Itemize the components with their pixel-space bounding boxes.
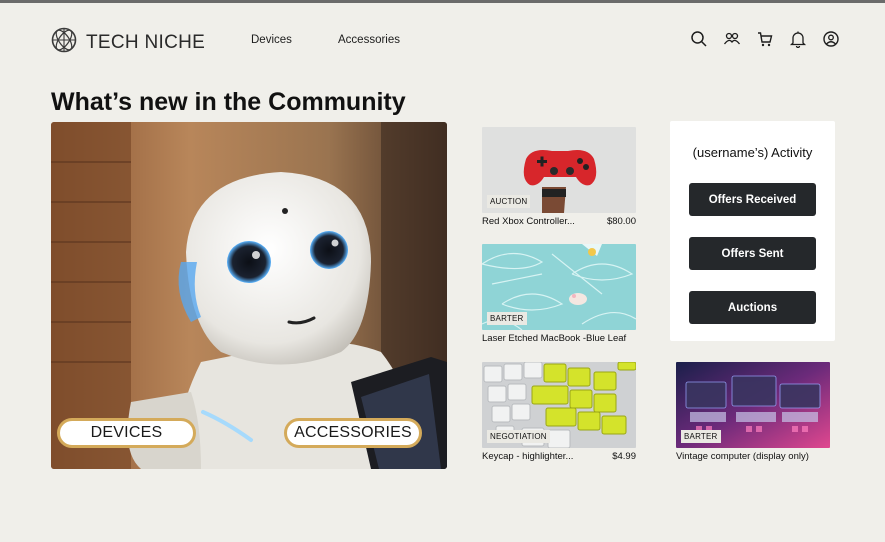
listing-tag: BARTER <box>681 430 721 443</box>
offers-sent-button[interactable]: Offers Sent <box>689 237 816 270</box>
community-icon[interactable] <box>723 30 741 48</box>
listing-title: Red Xbox Controller... <box>482 216 575 227</box>
hero-robot-image <box>51 122 447 469</box>
listing-image-keycaps: NEGOTIATION <box>482 362 636 448</box>
page-title: What’s new in the Community <box>51 88 406 116</box>
accessories-pill-button[interactable]: ACCESSORIES <box>284 418 422 448</box>
account-icon[interactable] <box>822 30 840 48</box>
listing-image-vintage-computer: BARTER <box>676 362 830 448</box>
window-top-bar <box>0 0 885 3</box>
listing-tag: NEGOTIATION <box>487 430 550 443</box>
listing-card[interactable]: NEGOTIATION Keycap - highlighter... $4.9… <box>482 362 636 462</box>
search-icon[interactable] <box>690 30 708 48</box>
listing-title: Laser Etched MacBook -Blue Leaf <box>482 333 627 344</box>
brand-name: TECH NICHE <box>86 31 206 53</box>
listing-image-controller: AUCTION <box>482 127 636 213</box>
bell-icon[interactable] <box>789 30 807 49</box>
listing-price: $80.00 <box>606 216 636 227</box>
globe-icon <box>51 27 77 58</box>
listing-image-macbook: BARTER <box>482 244 636 330</box>
nav-accessories[interactable]: Accessories <box>338 34 400 46</box>
auctions-button[interactable]: Auctions <box>689 291 816 324</box>
listing-title: Vintage computer (display only) <box>676 451 809 462</box>
listing-price: $4.99 <box>612 451 636 462</box>
nav-devices[interactable]: Devices <box>251 34 292 46</box>
listing-tag: AUCTION <box>487 195 531 208</box>
listing-card[interactable]: BARTER Vintage computer (display only) <box>676 362 830 462</box>
offers-received-button[interactable]: Offers Received <box>689 183 816 216</box>
devices-pill-button[interactable]: DEVICES <box>57 418 196 448</box>
listing-title: Keycap - highlighter... <box>482 451 574 462</box>
brand-logo[interactable]: TECH NICHE <box>51 27 205 58</box>
listing-tag: BARTER <box>487 312 527 325</box>
listing-card[interactable]: BARTER Laser Etched MacBook -Blue Leaf <box>482 244 636 344</box>
activity-panel: (username’s) Activity Offers Received Of… <box>670 121 835 341</box>
listing-card[interactable]: AUCTION Red Xbox Controller... $80.00 <box>482 127 636 227</box>
activity-title: (username’s) Activity <box>692 145 813 160</box>
cart-icon[interactable] <box>756 30 774 48</box>
